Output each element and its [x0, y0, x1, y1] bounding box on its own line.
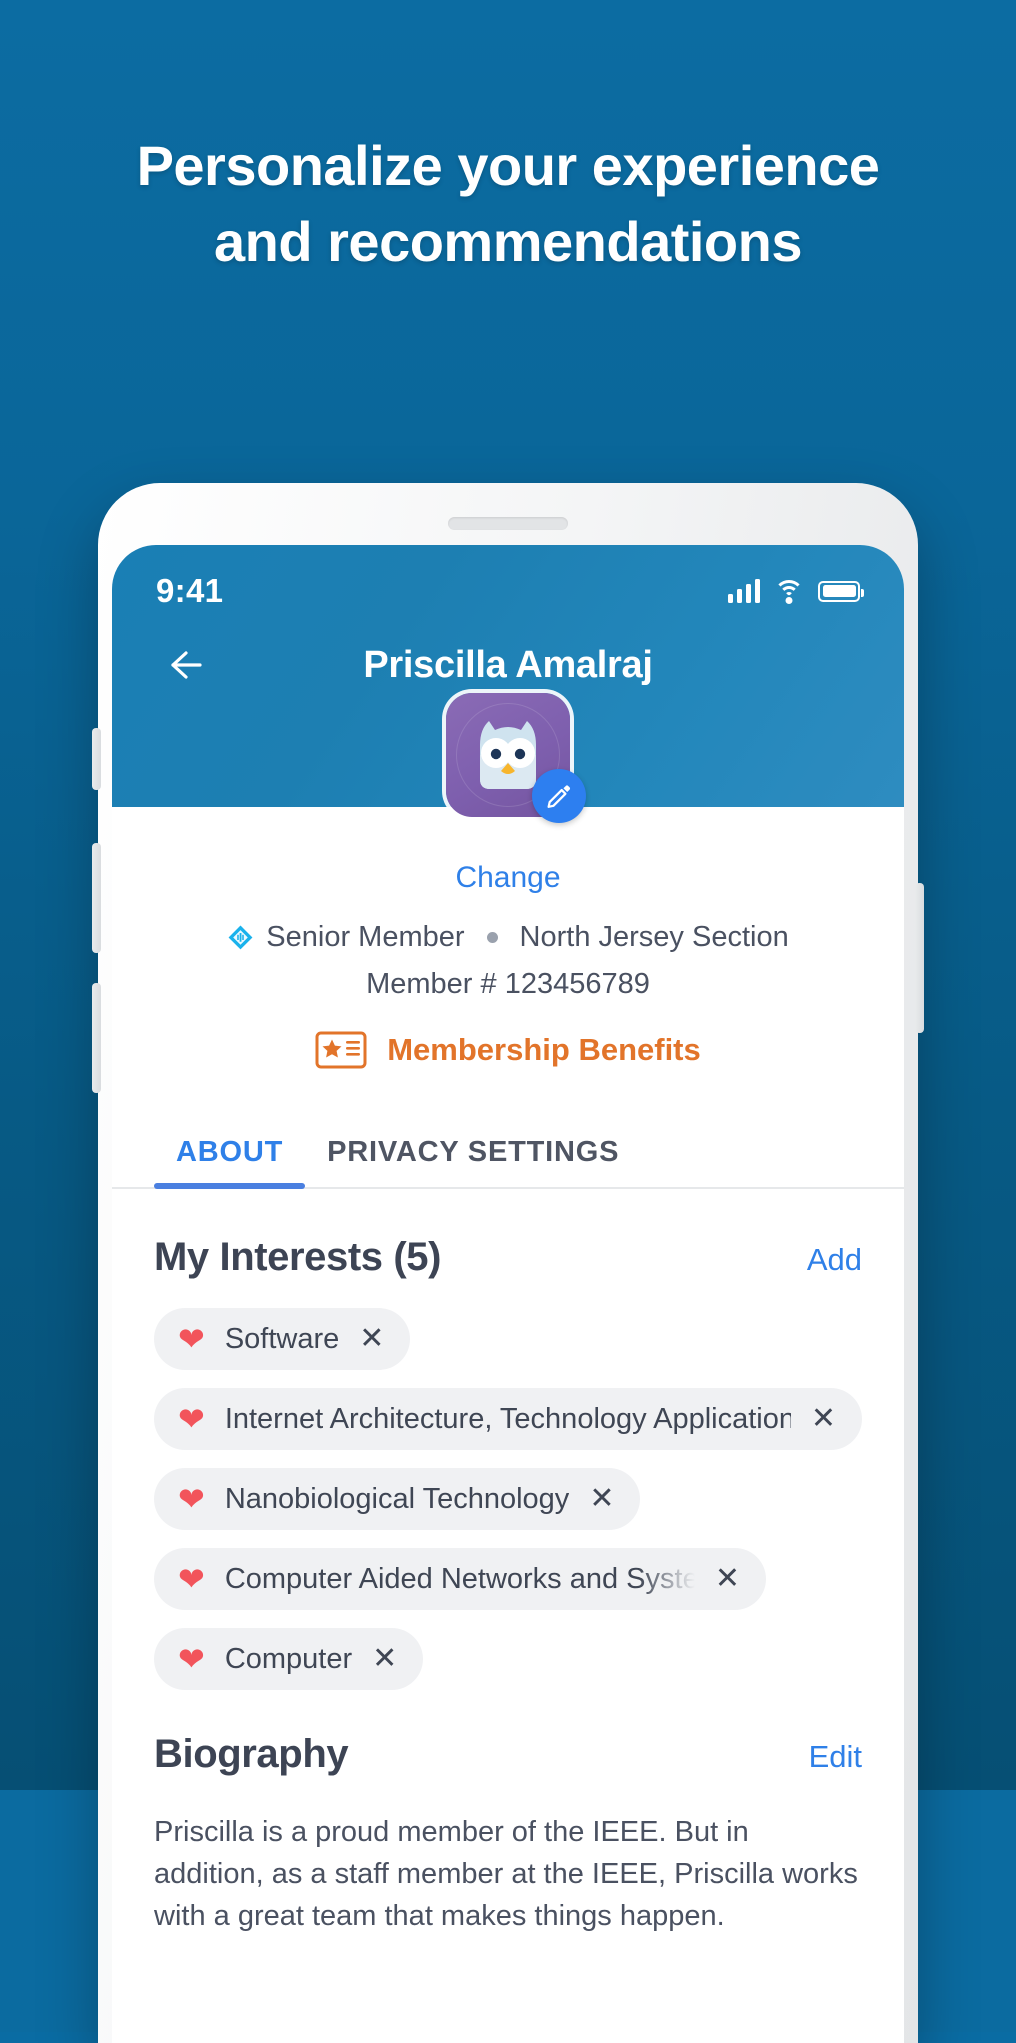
- interest-label: Computer Aided Networks and Systems Desi…: [224, 1562, 695, 1595]
- biography-header: Biography Edit: [154, 1732, 862, 1777]
- my-interests-header: My Interests (5) Add: [154, 1235, 862, 1280]
- wifi-icon: [774, 579, 804, 604]
- my-interests-title: My Interests (5): [154, 1235, 442, 1279]
- list-item[interactable]: ❤ Software ✕: [154, 1308, 411, 1370]
- close-x-icon[interactable]: ✕: [359, 1324, 384, 1354]
- phone-volume-up-button: [92, 843, 101, 953]
- avatar[interactable]: [446, 693, 586, 823]
- biography-section: Biography Edit Priscilla is a proud memb…: [112, 1690, 904, 1937]
- biography-text: Priscilla is a proud member of the IEEE.…: [154, 1816, 858, 1933]
- my-interests-section: My Interests (5) Add ❤ Software ✕ ❤ Inte…: [112, 1189, 904, 1690]
- heart-icon: ❤: [178, 1561, 205, 1597]
- list-item[interactable]: ❤ Computer Aided Networks and Systems De…: [154, 1548, 766, 1610]
- phone-mockup: 9:41 Priscilla Amalraj Change Senior Mem…: [92, 483, 924, 2043]
- ieee-diamond-icon: [227, 924, 254, 951]
- page-title: Priscilla Amalraj: [363, 643, 653, 686]
- heart-icon: ❤: [178, 1481, 205, 1517]
- close-x-icon[interactable]: ✕: [589, 1484, 614, 1514]
- add-interest-button[interactable]: Add: [807, 1242, 862, 1278]
- close-x-icon[interactable]: ✕: [715, 1564, 740, 1594]
- phone-power-button: [915, 883, 924, 1033]
- status-bar: 9:41: [112, 545, 904, 617]
- heart-icon: ❤: [178, 1321, 205, 1357]
- phone-mute-switch: [92, 728, 101, 790]
- member-grade-row: Senior Member North Jersey Section: [112, 921, 904, 954]
- interest-label: Internet Architecture, Technology Applic…: [224, 1402, 791, 1435]
- membership-benefits-label: Membership Benefits: [387, 1032, 701, 1067]
- battery-full-icon: [818, 580, 864, 602]
- membership-benefits-link[interactable]: Membership Benefits: [112, 1031, 904, 1069]
- promo-background-left-panel: [0, 1790, 100, 2032]
- member-grade-label: Senior Member: [266, 921, 465, 953]
- signal-bars-icon: [727, 579, 760, 603]
- tab-about[interactable]: ABOUT: [154, 1136, 306, 1189]
- list-item[interactable]: ❤ Computer ✕: [154, 1628, 424, 1690]
- promo-headline-line1: Personalize your experience: [136, 134, 880, 197]
- promo-headline: Personalize your experience and recommen…: [0, 128, 1016, 279]
- app-header: 9:41 Priscilla Amalraj: [112, 545, 904, 823]
- interest-label: Nanobiological Technology: [224, 1482, 570, 1515]
- member-section-label: North Jersey Section: [519, 921, 789, 953]
- phone-volume-down-button: [92, 983, 101, 1093]
- back-arrow-icon[interactable]: [156, 639, 208, 691]
- heart-icon: ❤: [178, 1641, 205, 1677]
- close-x-icon[interactable]: ✕: [372, 1644, 397, 1674]
- membership-card-icon: [315, 1031, 367, 1069]
- change-avatar-link[interactable]: Change: [112, 807, 904, 895]
- member-separator-dot: [486, 932, 498, 943]
- member-number: Member # 123456789: [366, 968, 650, 1000]
- list-item[interactable]: ❤ Nanobiological Technology ✕: [154, 1468, 641, 1530]
- heart-icon: ❤: [178, 1401, 205, 1437]
- interest-chip-list: ❤ Software ✕ ❤ Internet Architecture, Te…: [154, 1308, 862, 1690]
- phone-earpiece-speaker: [448, 517, 568, 530]
- close-x-icon[interactable]: ✕: [811, 1404, 836, 1434]
- status-bar-icons: [727, 579, 864, 604]
- interest-label: Computer: [224, 1642, 353, 1675]
- biography-title: Biography: [154, 1732, 349, 1776]
- tab-privacy-settings[interactable]: PRIVACY SETTINGS: [305, 1136, 641, 1187]
- pencil-icon[interactable]: [532, 769, 586, 823]
- status-bar-time: 9:41: [156, 572, 224, 609]
- list-item[interactable]: ❤ Internet Architecture, Technology Appl…: [154, 1388, 862, 1450]
- phone-screen: 9:41 Priscilla Amalraj Change Senior Mem…: [112, 545, 904, 2043]
- interest-label: Software: [224, 1322, 340, 1355]
- promo-headline-line2: and recommendations: [214, 209, 802, 273]
- edit-biography-button[interactable]: Edit: [809, 1739, 862, 1775]
- profile-tabs: ABOUT PRIVACY SETTINGS: [112, 1113, 904, 1189]
- app-body: Change Senior Member North Jersey Sectio…: [112, 807, 904, 1938]
